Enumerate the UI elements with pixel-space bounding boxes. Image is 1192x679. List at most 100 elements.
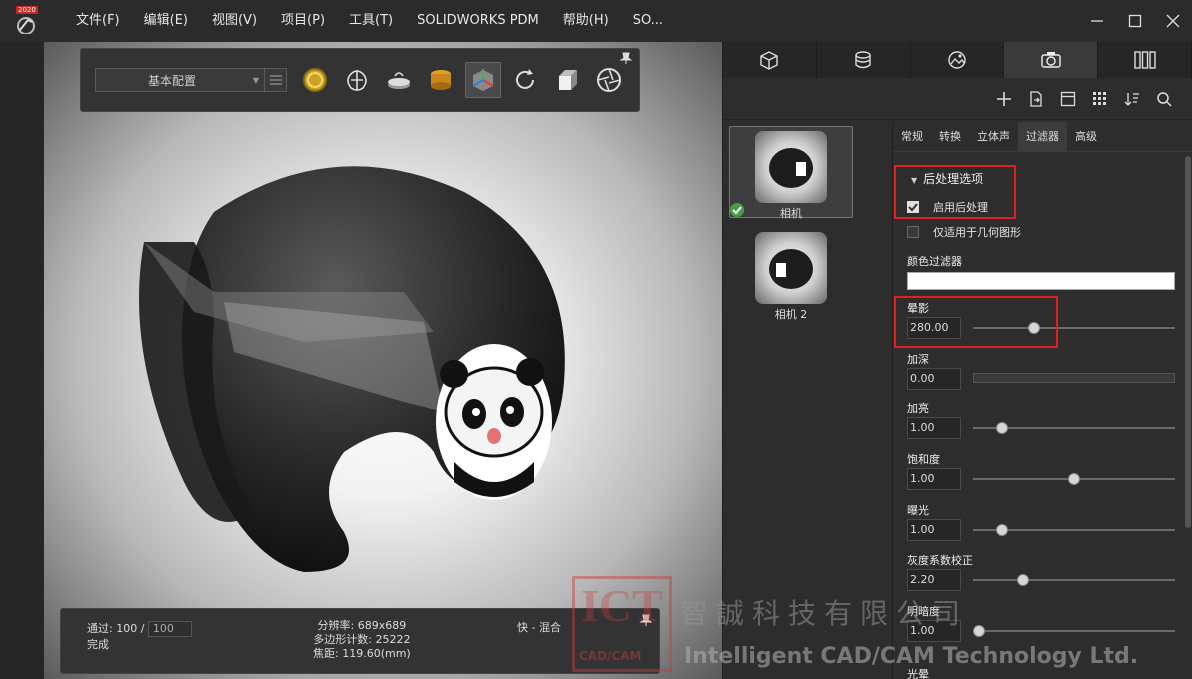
contrast-slider[interactable] xyxy=(973,625,1175,637)
slider-handle[interactable] xyxy=(973,625,985,637)
sort-button[interactable] xyxy=(1120,87,1144,111)
environment-tool-button[interactable] xyxy=(423,62,459,98)
box-icon xyxy=(559,70,577,90)
minimize-button[interactable] xyxy=(1078,0,1116,42)
slider-handle[interactable] xyxy=(1016,574,1029,586)
brighten-label: 加亮 xyxy=(907,402,929,415)
brain-tool-button[interactable] xyxy=(339,62,375,98)
menu-project[interactable]: 项目(P) xyxy=(269,0,337,42)
geometry-only-row[interactable]: 仅适用于几何图形 xyxy=(907,224,1021,240)
exposure-input[interactable]: 1.00 xyxy=(907,519,961,541)
slider-handle[interactable] xyxy=(995,422,1008,434)
render-status-bar: 通过: 100 / 100 完成 分辨率: 689x689 多边形计数: 252… xyxy=(60,608,660,674)
tab-environment[interactable] xyxy=(911,42,1005,78)
contrast-input[interactable]: 1.00 xyxy=(907,620,961,642)
viewport-toolbar: 基本配置 ▼ xyxy=(80,48,640,112)
pass-total-input[interactable]: 100 xyxy=(147,621,192,637)
add-camera-button[interactable] xyxy=(992,87,1016,111)
view-axis-icon xyxy=(472,69,494,91)
tab-advanced[interactable]: 高级 xyxy=(1067,122,1105,151)
list-button[interactable] xyxy=(264,69,286,91)
tab-camera[interactable] xyxy=(1004,42,1099,78)
slider-handle[interactable] xyxy=(1068,473,1080,485)
brighten-slider[interactable] xyxy=(973,422,1175,434)
search-icon xyxy=(1157,91,1172,107)
scrollbar[interactable] xyxy=(1185,156,1191,528)
chevron-down-icon: ▼ xyxy=(252,75,260,85)
tab-general[interactable]: 常规 xyxy=(893,122,931,151)
layout-button[interactable] xyxy=(1056,87,1080,111)
ring-icon xyxy=(303,68,327,92)
helmet-model xyxy=(139,166,565,572)
plus-icon xyxy=(997,91,1011,106)
turntable-tool-button[interactable] xyxy=(381,62,417,98)
box-tool-button[interactable] xyxy=(549,62,585,98)
burn-slider[interactable] xyxy=(973,373,1175,383)
config-dropdown[interactable]: 基本配置 ▼ xyxy=(95,68,287,92)
render-viewport[interactable]: 基本配置 ▼ 通过: 100 / 100 完成 分辨率: 689x689 多边形… xyxy=(44,42,722,679)
pass-value: 100 / xyxy=(116,622,145,635)
gamma-input[interactable]: 2.20 xyxy=(907,569,961,591)
materials-icon xyxy=(855,51,871,69)
color-filter-swatch[interactable] xyxy=(907,272,1175,290)
view-axis-tool-button[interactable] xyxy=(465,62,501,98)
pin-icon[interactable] xyxy=(639,613,653,630)
menu-pdm[interactable]: SOLIDWORKS PDM xyxy=(405,0,551,42)
logo-year: 2020 xyxy=(16,6,38,14)
burn-label: 加深 xyxy=(907,353,929,366)
menu-tools[interactable]: 工具(T) xyxy=(337,0,405,42)
camera-item[interactable]: 相机 xyxy=(729,126,853,220)
tab-transform[interactable]: 转换 xyxy=(931,122,969,151)
maximize-button[interactable] xyxy=(1116,0,1154,42)
property-tabs: 常规 转换 立体声 过滤器 高级 xyxy=(893,122,1192,152)
saturation-input[interactable]: 1.00 xyxy=(907,468,961,490)
tab-filters[interactable]: 过滤器 xyxy=(1018,122,1067,151)
app-logo[interactable]: 2020 xyxy=(14,6,40,34)
title-bar: 2020 文件(F) 编辑(E) 视图(V) 项目(P) 工具(T) SOLID… xyxy=(0,0,1192,42)
highlight-box xyxy=(894,296,1058,348)
saturation-slider[interactable] xyxy=(973,473,1175,485)
color-filter-label: 颜色过滤器 xyxy=(907,255,962,268)
close-button[interactable] xyxy=(1154,0,1192,42)
burn-input[interactable]: 0.00 xyxy=(907,368,961,390)
tab-stereo[interactable]: 立体声 xyxy=(969,122,1018,151)
gamma-label: 灰度系数校正 xyxy=(907,554,973,567)
keyshot-logo-icon xyxy=(17,17,35,34)
camera-toolbar xyxy=(723,78,1192,120)
minimize-icon xyxy=(1091,20,1103,22)
camera-label: 相机 2 xyxy=(774,308,808,321)
geometry-only-checkbox[interactable] xyxy=(907,226,919,238)
sort-icon xyxy=(1124,92,1139,106)
tab-parts[interactable] xyxy=(723,42,817,78)
tab-libraries[interactable] xyxy=(1098,42,1192,78)
aperture-icon xyxy=(597,68,621,92)
tab-materials[interactable] xyxy=(817,42,911,78)
brighten-input[interactable]: 1.00 xyxy=(907,417,961,439)
ring-tool-button[interactable] xyxy=(297,62,333,98)
import-button[interactable] xyxy=(1024,87,1048,111)
pin-icon[interactable] xyxy=(619,51,633,68)
file-import-icon xyxy=(1030,90,1042,107)
menu-view[interactable]: 视图(V) xyxy=(200,0,269,42)
project-panel: 相机 相机 2 常规 转换 立体声 过滤器 高级 ▼ 后处理选项 启用后处理 仅适… xyxy=(722,42,1192,679)
polygon-count-text: 多边形计数: 25222 xyxy=(313,633,411,646)
exposure-slider[interactable] xyxy=(973,524,1175,536)
environment-icon xyxy=(948,51,966,69)
turntable-icon xyxy=(388,72,410,89)
environment-icon xyxy=(431,70,451,90)
menu-file[interactable]: 文件(F) xyxy=(64,0,132,42)
maximize-icon xyxy=(1128,14,1142,28)
search-button[interactable] xyxy=(1152,87,1176,111)
menu-edit[interactable]: 编辑(E) xyxy=(132,0,200,42)
slider-handle[interactable] xyxy=(995,524,1008,536)
camera-thumbnail xyxy=(755,131,827,203)
menu-help[interactable]: 帮助(H) xyxy=(551,0,621,42)
grid-view-button[interactable] xyxy=(1088,87,1112,111)
camera-item[interactable]: 相机 2 xyxy=(729,228,853,321)
camera-list: 相机 相机 2 xyxy=(723,122,893,679)
camera-icon xyxy=(1041,52,1061,68)
menu-more[interactable]: SO... xyxy=(621,0,675,42)
saturation-label: 饱和度 xyxy=(907,453,940,466)
refresh-tool-button[interactable] xyxy=(507,62,543,98)
gamma-slider[interactable] xyxy=(973,574,1175,586)
